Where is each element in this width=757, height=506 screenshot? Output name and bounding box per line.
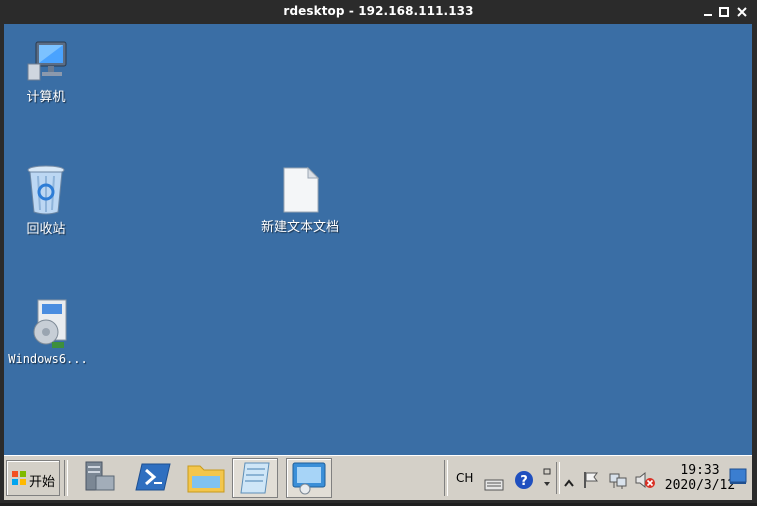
network-icon <box>609 473 627 489</box>
tray-separator <box>444 460 448 496</box>
taskbar-server-manager[interactable] <box>78 458 122 496</box>
taskbar-notepad[interactable] <box>232 458 278 498</box>
ime-options-icon <box>543 468 551 486</box>
windows6-label: Windows6... <box>8 352 88 366</box>
text-document-label: 新建文本文档 <box>260 220 339 235</box>
minimize-icon <box>704 14 712 16</box>
recycle-bin-label: 回收站 <box>26 222 66 237</box>
installer-icon <box>33 299 67 348</box>
show-desktop-button[interactable] <box>728 466 748 486</box>
close-button[interactable] <box>734 4 750 20</box>
tray-inner-separator <box>556 462 560 494</box>
show-desktop-icon <box>729 468 747 484</box>
desktop-icon-new-text-document[interactable]: 新建文本文档 <box>260 166 340 235</box>
flag-icon <box>584 472 598 488</box>
ime-options-button[interactable] <box>542 466 552 490</box>
help-icon: ? <box>515 471 533 489</box>
server-manager-icon <box>85 461 115 491</box>
window-title: rdesktop - 192.168.111.133 <box>283 4 474 18</box>
taskbar-explorer[interactable] <box>184 458 228 496</box>
computer-icon <box>27 41 67 81</box>
svg-text:?: ? <box>520 474 528 489</box>
language-indicator[interactable]: CH <box>456 460 473 496</box>
powershell-icon <box>135 463 171 491</box>
computer-label: 计算机 <box>26 90 66 105</box>
volume-button[interactable] <box>634 468 656 489</box>
maximize-icon <box>719 7 729 17</box>
desktop-icon-windows6[interactable]: Windows6... <box>6 298 90 366</box>
action-center-button[interactable] <box>582 468 600 488</box>
maximize-button[interactable] <box>716 4 732 20</box>
desktop-area[interactable]: 计算机 回收站 新建文本文档 Windows6... <box>4 24 752 455</box>
start-label: 开始 <box>29 475 56 490</box>
start-button[interactable]: 开始 <box>6 460 60 496</box>
chevron-up-icon <box>564 479 574 487</box>
taskbar-separator <box>64 460 68 496</box>
taskbar-remote-app[interactable] <box>286 458 332 498</box>
recycle-bin-icon <box>27 165 65 215</box>
desktop-icon-computer[interactable]: 计算机 <box>6 40 86 105</box>
network-button[interactable] <box>608 468 628 489</box>
system-tray: CH ? 19:33 2020/3/12 <box>450 460 750 496</box>
desktop-icon-recycle-bin[interactable]: 回收站 <box>6 164 86 237</box>
keyboard-button[interactable] <box>484 470 504 491</box>
help-button[interactable]: ? <box>514 468 534 489</box>
show-hidden-icons-button[interactable] <box>564 470 574 487</box>
windows-logo-icon <box>12 471 26 485</box>
control-panel-icon <box>292 462 326 495</box>
minimize-button[interactable] <box>700 4 716 20</box>
window-titlebar[interactable]: rdesktop - 192.168.111.133 <box>0 0 757 24</box>
close-icon <box>737 7 747 17</box>
text-document-icon <box>283 166 320 213</box>
taskbar-powershell[interactable] <box>132 458 176 496</box>
folder-icon <box>187 465 225 493</box>
rdesktop-window: rdesktop - 192.168.111.133 计算机 回收站 新建文本文… <box>0 0 757 503</box>
keyboard-icon <box>484 479 504 491</box>
notepad-icon <box>240 462 270 494</box>
taskbar: 开始 CH ? 19:33 2020/3/12 <box>4 455 752 500</box>
volume-muted-icon <box>635 471 655 489</box>
